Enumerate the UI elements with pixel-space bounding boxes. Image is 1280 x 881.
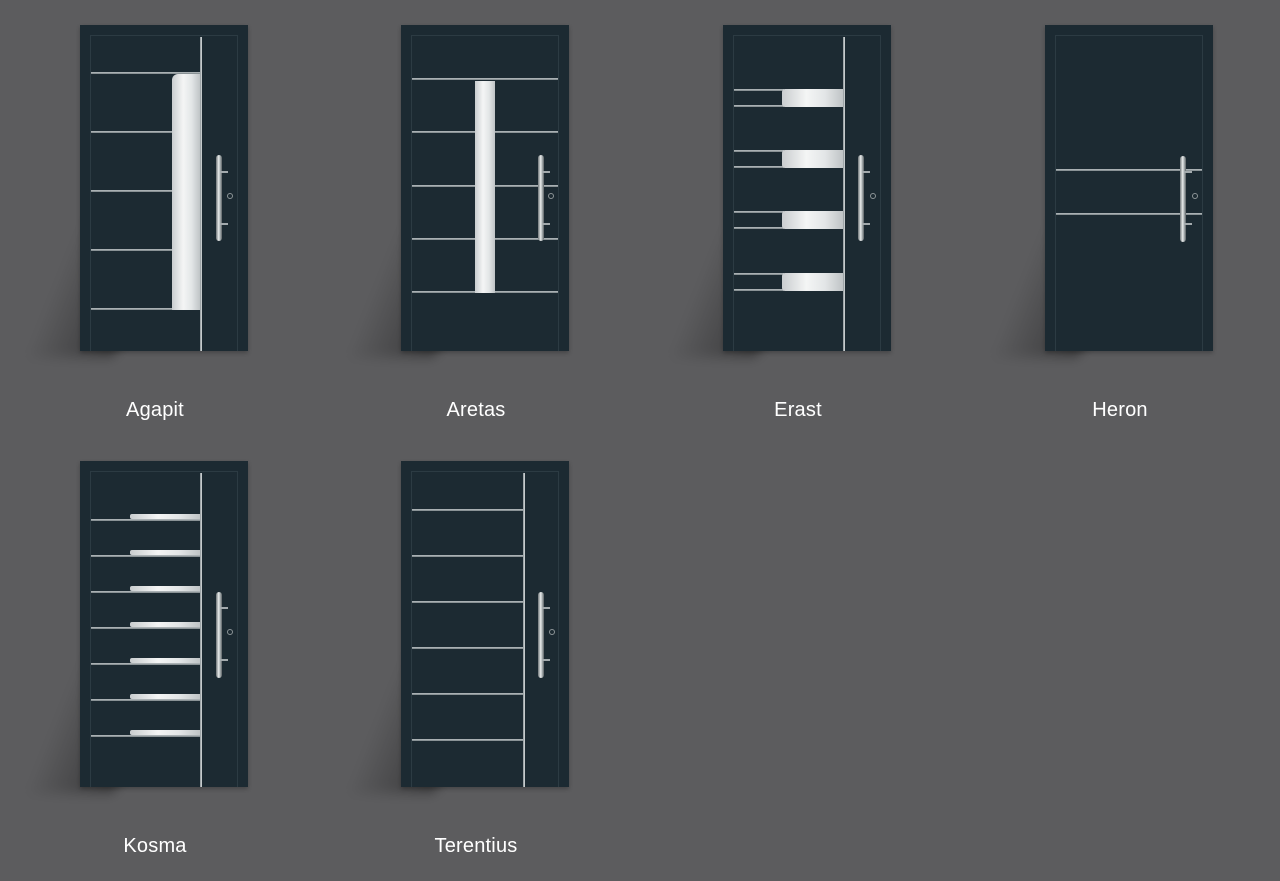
steel-strip [91, 591, 200, 593]
door-image-kosma [25, 461, 285, 801]
door-image-agapit [25, 25, 285, 365]
steel-strip [412, 601, 523, 603]
door-gallery: Agapit Aretas Erast Heron Kosma Terentiu… [0, 0, 1280, 858]
steel-strip [734, 89, 784, 91]
steel-strip [412, 739, 523, 741]
door-name: Aretas [446, 399, 506, 421]
steel-strip-vertical [200, 473, 202, 787]
glass-panel [475, 81, 495, 293]
handle-mount [220, 659, 228, 661]
door-card-heron[interactable]: Heron [990, 25, 1250, 445]
door-handle [538, 592, 544, 678]
door-name: Terentius [434, 835, 518, 857]
door-name: Heron [1092, 399, 1148, 421]
steel-strip [412, 509, 523, 511]
door-handle [216, 592, 222, 678]
glass-insert [130, 730, 200, 735]
lock-cylinder [1192, 193, 1198, 199]
door-card-kosma[interactable]: Kosma [25, 461, 285, 881]
steel-strip [412, 555, 523, 557]
door-panel [80, 461, 248, 787]
steel-strip [734, 289, 784, 291]
door-name: Kosma [123, 835, 187, 857]
door-name: Agapit [126, 399, 184, 421]
handle-mount [542, 659, 550, 661]
door-image-terentius [346, 461, 606, 801]
handle-mount [1184, 171, 1192, 173]
handle-mount [1184, 223, 1192, 225]
steel-strip [412, 647, 523, 649]
door-panel [401, 461, 569, 787]
steel-strip [91, 735, 200, 737]
door-image-aretas [346, 25, 606, 365]
handle-mount [220, 223, 228, 225]
door-card-erast[interactable]: Erast [668, 25, 928, 445]
steel-strip [91, 555, 200, 557]
steel-strip-vertical [200, 37, 202, 351]
steel-strip [734, 166, 784, 168]
handle-mount [220, 171, 228, 173]
glass-insert [782, 150, 843, 168]
door-handle [538, 155, 544, 241]
lock-cylinder [549, 629, 555, 635]
door-panel [80, 25, 248, 351]
steel-strip [91, 663, 200, 665]
glass-insert [130, 550, 200, 555]
lock-cylinder [870, 193, 876, 199]
handle-mount [862, 171, 870, 173]
steel-strip [734, 150, 784, 152]
handle-mount [542, 171, 550, 173]
glass-insert [130, 694, 200, 699]
handle-mount [542, 223, 550, 225]
door-panel [401, 25, 569, 351]
glass-insert [782, 211, 843, 229]
steel-strip [734, 227, 784, 229]
handle-mount [542, 607, 550, 609]
glass-panel [172, 74, 200, 310]
door-card-agapit[interactable]: Agapit [25, 25, 285, 445]
glass-insert [782, 89, 843, 107]
door-handle [1180, 156, 1186, 242]
steel-strip [734, 273, 784, 275]
glass-insert [130, 658, 200, 663]
glass-insert [782, 273, 843, 291]
handle-mount [862, 223, 870, 225]
door-card-aretas[interactable]: Aretas [346, 25, 606, 445]
steel-strip [91, 699, 200, 701]
lock-cylinder [227, 193, 233, 199]
door-handle [216, 155, 222, 241]
door-card-terentius[interactable]: Terentius [346, 461, 606, 881]
lock-cylinder [227, 629, 233, 635]
steel-strip [412, 693, 523, 695]
steel-strip-vertical [843, 37, 845, 351]
glass-insert [130, 514, 200, 519]
steel-strip [412, 78, 558, 80]
door-image-erast [668, 25, 928, 365]
steel-strip [91, 519, 200, 521]
lock-cylinder [548, 193, 554, 199]
door-handle [858, 155, 864, 241]
door-panel [1045, 25, 1213, 351]
glass-insert [130, 586, 200, 591]
door-panel [723, 25, 891, 351]
steel-strip [734, 105, 784, 107]
handle-mount [220, 607, 228, 609]
steel-strip-vertical [523, 473, 525, 787]
glass-insert [130, 622, 200, 627]
steel-strip [734, 211, 784, 213]
door-name: Erast [774, 399, 822, 421]
door-image-heron [990, 25, 1250, 365]
steel-strip [91, 627, 200, 629]
